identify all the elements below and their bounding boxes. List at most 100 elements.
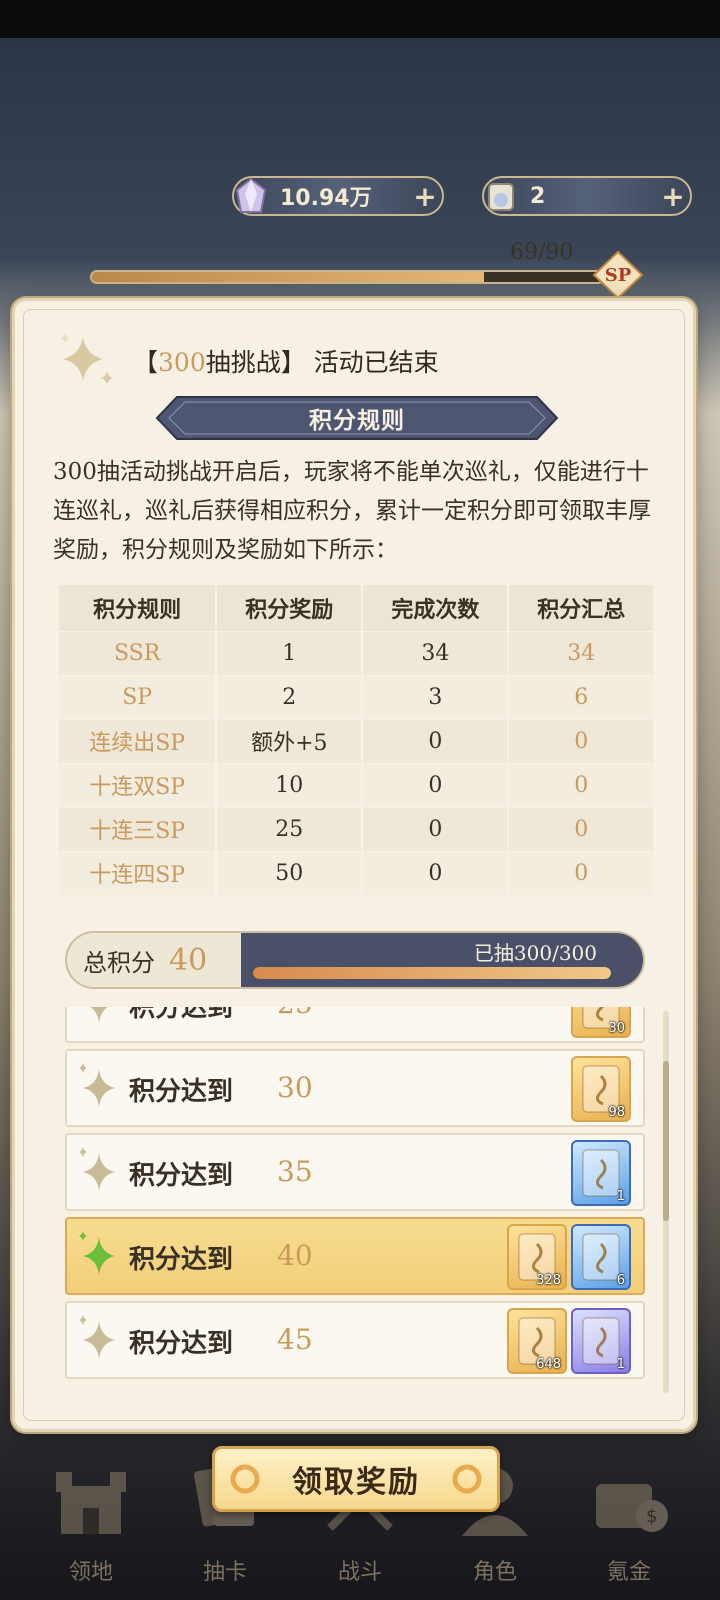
nav-gacha-label: 抽卡 xyxy=(202,1560,247,1585)
reward-row[interactable]: 积分达到 35 1 xyxy=(65,1133,645,1211)
nav-territory-label: 领地 xyxy=(68,1560,113,1585)
sp-badge-label: SP xyxy=(604,264,632,286)
sparkle-icon xyxy=(79,1063,115,1107)
challenge-dialog: 【300抽挑战】 活动已结束 积分规则 300抽活动挑战开启后，玩家将不能单次巡… xyxy=(12,298,696,1432)
table-row: 连续出SP 额外+5 0 0 xyxy=(59,718,653,763)
sparkle-icon xyxy=(90,1007,108,1023)
reward-item[interactable]: 6 xyxy=(571,1224,631,1290)
points-rule-table: 积分规则 积分奖励 完成次数 积分汇总 SSR 1 34 34 SP 2 3 6… xyxy=(59,585,653,895)
draw-count: 已抽300/300 xyxy=(473,941,597,965)
scroll-icon xyxy=(478,173,524,219)
total-points-bar: 总积分 40 已抽300/300 xyxy=(65,931,659,989)
table-cell: 34 xyxy=(362,630,510,675)
table-cell: 34 xyxy=(508,630,653,675)
table-cell: 50 xyxy=(216,850,364,895)
reward-list-scrollbar[interactable] xyxy=(663,1011,669,1393)
reward-row[interactable]: 积分达到 40 328 6 xyxy=(65,1217,645,1295)
rule-banner: 积分规则 xyxy=(155,395,559,441)
nav-battle-label: 战斗 xyxy=(337,1560,382,1585)
total-points-panel: 总积分 40 xyxy=(65,931,245,989)
reward-item-count: 98 xyxy=(608,1105,625,1120)
table-cell: 0 xyxy=(362,762,510,807)
event-title: 【300抽挑战】 活动已结束 xyxy=(133,343,439,379)
reward-row[interactable]: 积分达到 25 30 xyxy=(65,1007,645,1043)
table-cell: 6 xyxy=(508,674,653,719)
reward-item-count: 648 xyxy=(536,1357,561,1372)
table-header: 完成次数 xyxy=(362,585,510,631)
rule-description: 300抽活动挑战开启后，玩家将不能单次巡礼，仅能进行十连巡礼，巡礼后获得相应积分… xyxy=(53,459,651,563)
table-cell: 0 xyxy=(362,850,510,895)
table-cell: 0 xyxy=(508,806,653,851)
add-crystal-button[interactable]: + xyxy=(408,180,442,213)
status-bar xyxy=(0,0,720,38)
table-row: 十连双SP 10 0 0 xyxy=(59,762,653,807)
table-row: 十连三SP 25 0 0 xyxy=(59,806,653,851)
table-cell: 2 xyxy=(216,674,364,719)
table-row: 十连四SP 50 0 0 xyxy=(59,850,653,895)
reward-item-count: 6 xyxy=(616,1273,625,1288)
reward-threshold: 30 xyxy=(277,1071,313,1104)
reward-row-label: 积分达到 xyxy=(129,1077,234,1107)
reward-row[interactable]: 积分达到 45 648 1 xyxy=(65,1301,645,1379)
add-scroll-button[interactable]: + xyxy=(656,180,690,213)
nav-shop[interactable]: $ 氪金 xyxy=(574,1458,684,1598)
table-cell: 0 xyxy=(362,718,510,763)
table-cell: 10 xyxy=(216,762,364,807)
pity-counter: 69/90 xyxy=(510,240,574,265)
reward-threshold: 45 xyxy=(277,1323,313,1356)
table-cell: 额外+5 xyxy=(216,718,364,763)
reward-row-label: 积分达到 xyxy=(129,1329,234,1359)
reward-item[interactable]: 648 xyxy=(507,1308,567,1374)
crystal-icon xyxy=(228,173,274,219)
title-suffix: 抽挑战】 活动已结束 xyxy=(205,348,439,377)
crystal-currency[interactable]: 10.94万 + xyxy=(232,176,444,216)
draw-progress-fill xyxy=(253,967,611,979)
claim-reward-button[interactable]: 领取奖励 xyxy=(212,1446,500,1512)
draw-progress-track xyxy=(253,967,611,979)
reward-item[interactable]: 1 xyxy=(571,1308,631,1374)
table-cell: 1 xyxy=(216,630,364,675)
reward-item[interactable]: 1 xyxy=(571,1140,631,1206)
reward-row-label: 积分达到 xyxy=(129,1245,234,1275)
svg-text:$: $ xyxy=(646,1506,657,1527)
reward-item-count: 30 xyxy=(608,1021,625,1036)
table-cell: SSR xyxy=(59,630,218,675)
nav-shop-label: 氪金 xyxy=(606,1560,651,1585)
reward-item[interactable]: 328 xyxy=(507,1224,567,1290)
table-header: 积分规则 xyxy=(59,585,218,631)
total-points-value: 40 xyxy=(169,942,208,978)
castle-icon xyxy=(56,1472,126,1534)
nav-territory[interactable]: 领地 xyxy=(36,1458,146,1598)
total-points-label: 总积分 xyxy=(83,948,155,977)
table-cell: 0 xyxy=(508,850,653,895)
ornament-icon xyxy=(452,1464,482,1494)
reward-item[interactable]: 98 xyxy=(571,1056,631,1122)
pity-progress-fill xyxy=(92,272,484,282)
reward-item[interactable]: 30 xyxy=(571,1007,631,1038)
table-cell: 25 xyxy=(216,806,364,851)
table-row: SP 2 3 6 xyxy=(59,674,653,719)
table-header: 积分汇总 xyxy=(508,585,653,631)
scroll-currency[interactable]: 2 + xyxy=(482,176,692,216)
table-cell: 0 xyxy=(508,718,653,763)
draw-progress-panel: 已抽300/300 xyxy=(241,931,645,989)
table-cell: 0 xyxy=(362,806,510,851)
table-cell: SP xyxy=(59,674,218,719)
table-cell: 十连四SP xyxy=(59,850,218,895)
sparkle-icon xyxy=(61,333,113,385)
title-highlight: 300 xyxy=(158,348,206,377)
sparkle-icon xyxy=(79,1315,115,1359)
sparkle-icon xyxy=(79,1147,115,1191)
reward-row[interactable]: 积分达到 30 98 xyxy=(65,1049,645,1127)
reward-list[interactable]: 积分达到 25 30 积分达到 30 98 积分达到 35 1 积分达到 40 328 6 积分达到 45 6… xyxy=(61,1007,647,1403)
ornament-icon xyxy=(230,1464,260,1494)
reward-threshold: 35 xyxy=(277,1155,313,1188)
scrollbar-thumb[interactable] xyxy=(663,1061,669,1221)
pity-progress-bar xyxy=(90,270,605,284)
rule-banner-label: 积分规则 xyxy=(309,407,405,434)
table-cell: 0 xyxy=(508,762,653,807)
reward-threshold: 40 xyxy=(277,1239,313,1272)
reward-threshold: 25 xyxy=(277,1007,313,1020)
claim-reward-label: 领取奖励 xyxy=(292,1465,420,1500)
active-sparkle-icon xyxy=(79,1231,115,1275)
